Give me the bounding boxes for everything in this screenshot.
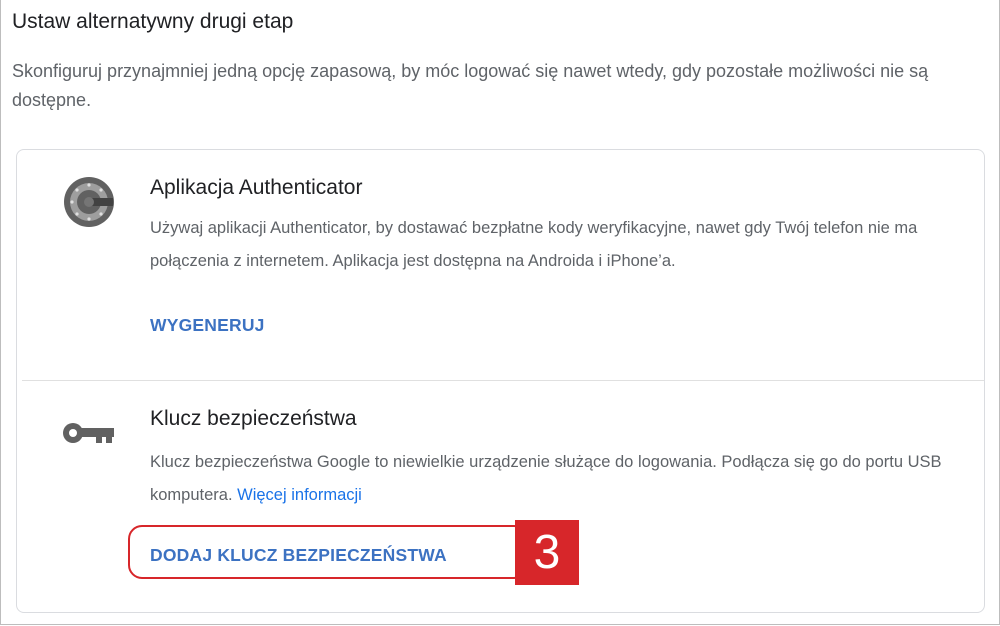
- authenticator-icon: [63, 176, 115, 228]
- authenticator-title: Aplikacja Authenticator: [150, 176, 363, 199]
- authenticator-description: Używaj aplikacji Authenticator, by dosta…: [150, 219, 918, 270]
- section-title: Ustaw alternatywny drugi etap: [12, 10, 294, 33]
- key-icon: [62, 420, 116, 446]
- step-callout: 3: [515, 520, 579, 585]
- security-key-description: Klucz bezpieczeństwa Google to niewielki…: [150, 446, 960, 512]
- more-info-link[interactable]: Więcej informacji: [237, 486, 362, 504]
- section-description: Skonfiguruj przynajmniej jedną opcję zap…: [12, 61, 929, 110]
- security-key-title: Klucz bezpieczeństwa: [150, 407, 357, 430]
- option-divider: [22, 380, 984, 381]
- annotation-highlight: [128, 525, 528, 579]
- generate-button[interactable]: WYGENERUJ: [150, 315, 265, 336]
